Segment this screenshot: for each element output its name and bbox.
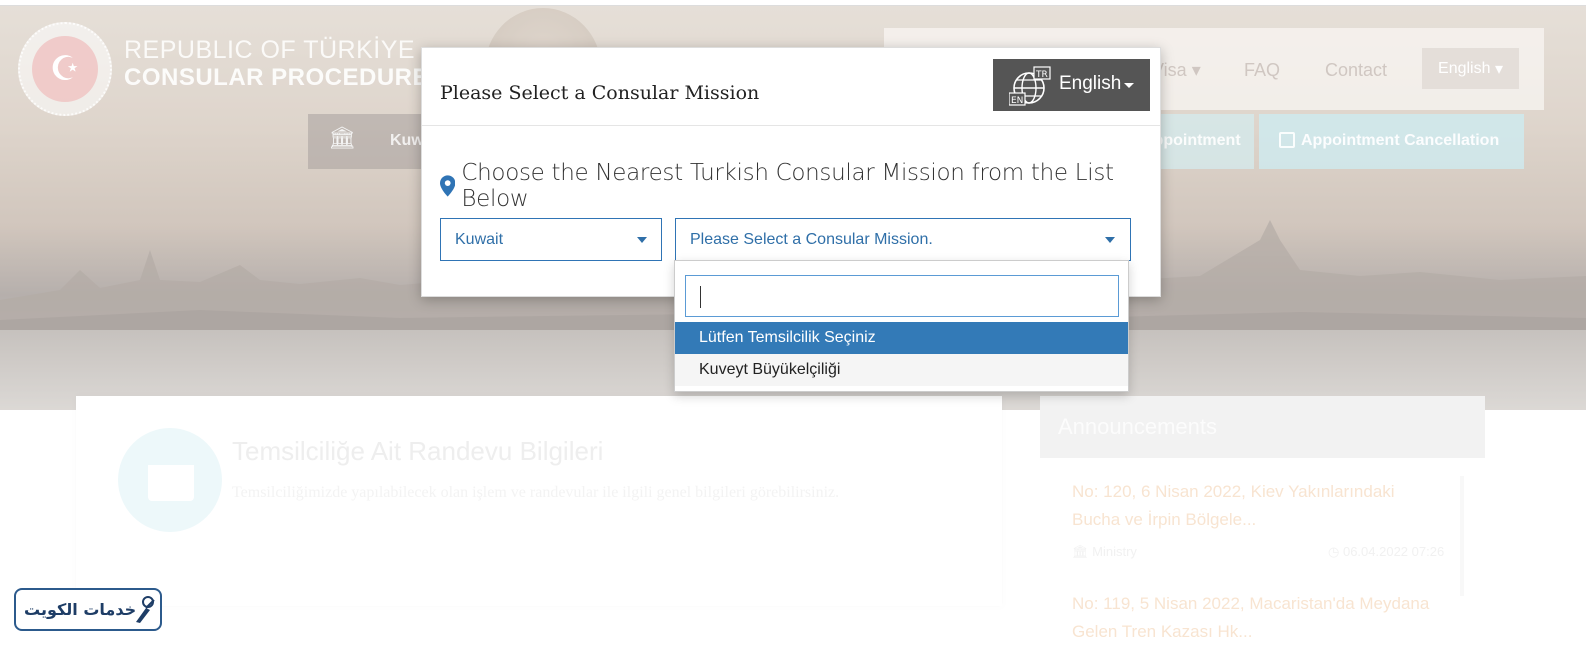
mission-select[interactable]: Please Select a Consular Mission.: [675, 218, 1131, 261]
modal-header: Please Select a Consular Mission TR EN E…: [422, 48, 1160, 126]
dropdown-search[interactable]: [685, 275, 1119, 317]
pen-hand-icon: [136, 596, 155, 623]
choose-mission-heading: Choose the Nearest Turkish Consular Miss…: [440, 160, 1160, 212]
country-select[interactable]: Kuwait: [440, 218, 662, 261]
globe-tag-en: EN: [1011, 96, 1023, 106]
watermark-text: خدمات الكويت: [24, 600, 137, 619]
dropdown-option-kuwait-embassy[interactable]: Kuveyt Büyükelçiliği: [675, 354, 1128, 386]
dropdown-search-input[interactable]: [686, 276, 1118, 316]
globe-language-icon: TR EN: [1009, 66, 1051, 106]
country-select-value: Kuwait: [455, 231, 504, 248]
map-marker-icon: [440, 175, 456, 197]
watermark-logo: خدمات الكويت: [14, 588, 162, 631]
language-dropdown-button[interactable]: TR EN English: [993, 59, 1150, 111]
mission-select-value: Please Select a Consular Mission.: [690, 231, 933, 248]
caret-down-icon: [1124, 83, 1134, 88]
modal-title: Please Select a Consular Mission: [440, 82, 760, 104]
mission-dropdown-menu: Lütfen Temsilcilik Seçiniz Kuveyt Büyüke…: [674, 260, 1129, 392]
text-cursor: [700, 286, 701, 308]
dropdown-option-placeholder[interactable]: Lütfen Temsilcilik Seçiniz: [675, 322, 1128, 354]
choose-mission-text: Choose the Nearest Turkish Consular Miss…: [461, 160, 1114, 212]
language-button-label: English: [1059, 73, 1122, 94]
chevron-down-icon: [1105, 237, 1115, 243]
chevron-down-icon: [637, 237, 647, 243]
globe-tag-tr: TR: [1035, 70, 1048, 80]
